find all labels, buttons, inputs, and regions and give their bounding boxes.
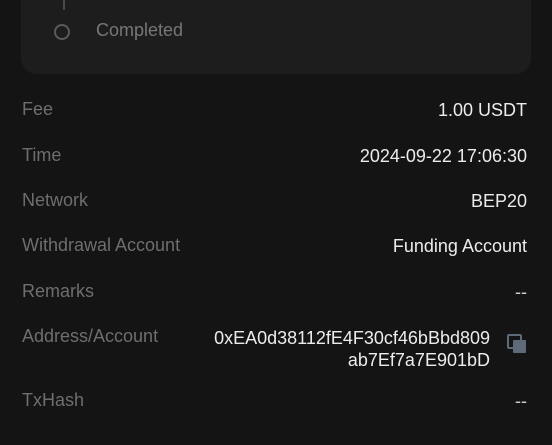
status-card: Completed <box>21 0 531 74</box>
withdrawal-account-label: Withdrawal Account <box>22 235 181 255</box>
address-label: Address/Account <box>22 326 159 346</box>
txhash-value: -- <box>515 391 527 411</box>
time-label: Time <box>22 145 62 165</box>
step-label-completed: Completed <box>96 20 184 40</box>
fee-value: 1.00 USDT <box>437 100 527 120</box>
copy-icon-glyph <box>507 334 526 353</box>
network-value: BEP20 <box>470 191 527 211</box>
timeline-step-icon <box>54 24 70 40</box>
withdrawal-account-value: Funding Account <box>392 236 527 256</box>
time-value: 2024-09-22 17:06:30 <box>359 146 527 166</box>
network-label: Network <box>22 190 89 210</box>
remarks-label: Remarks <box>22 281 95 301</box>
address-line-1: 0xEA0d38112fE4F30cf46bBbd809 <box>214 328 490 348</box>
copy-icon[interactable] <box>507 334 527 354</box>
address-value: 0xEA0d38112fE4F30cf46bBbd809 ab7Ef7a7E90… <box>190 327 490 371</box>
fee-label: Fee <box>22 99 54 119</box>
address-line-2: ab7Ef7a7E901bD <box>347 350 490 370</box>
timeline-connector <box>63 0 65 10</box>
txhash-label: TxHash <box>22 390 85 410</box>
remarks-value: -- <box>515 282 527 302</box>
